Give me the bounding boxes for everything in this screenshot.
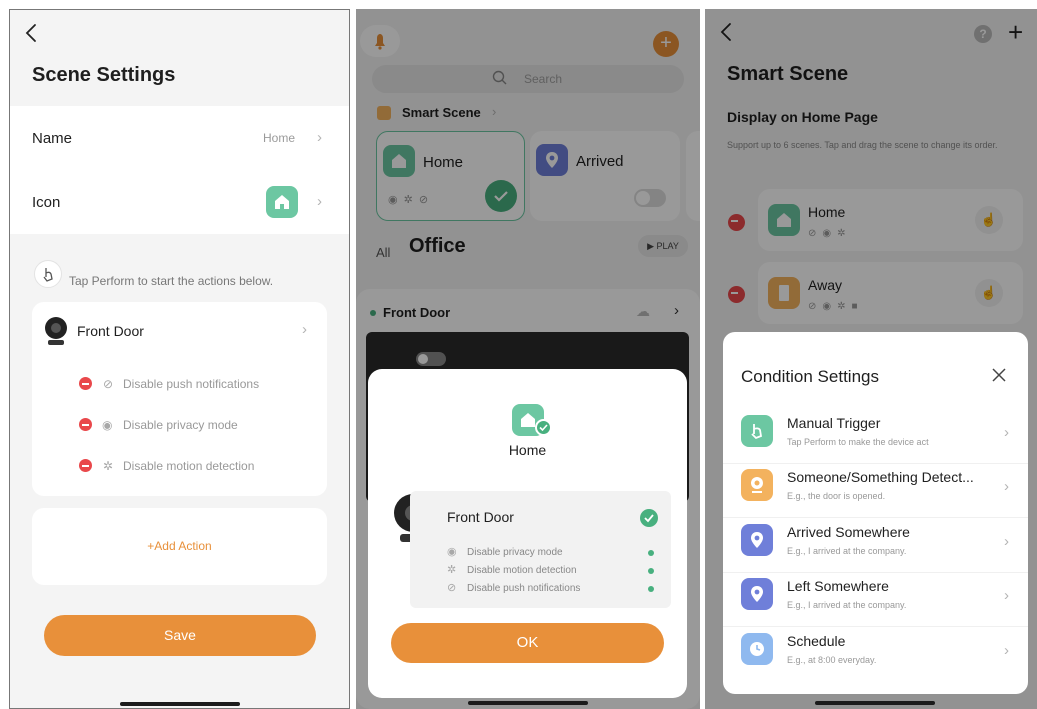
name-row[interactable]: Name Home › bbox=[10, 106, 349, 170]
action-label: Disable privacy mode bbox=[123, 418, 238, 432]
add-action-button[interactable]: +Add Action bbox=[32, 508, 327, 585]
icon-row[interactable]: Icon › bbox=[10, 170, 349, 234]
remove-action-button[interactable] bbox=[79, 377, 92, 390]
modal-action-label: Disable motion detection bbox=[467, 565, 577, 576]
sheet-title: Condition Settings bbox=[741, 367, 879, 386]
condition-manual-trigger[interactable]: Manual Trigger Tap Perform to make the d… bbox=[723, 410, 1028, 464]
chevron-right-icon: › bbox=[1004, 533, 1009, 550]
clock-icon bbox=[741, 633, 773, 665]
save-button[interactable]: Save bbox=[44, 615, 316, 656]
page-title: Scene Settings bbox=[32, 64, 176, 86]
condition-desc: E.g., the door is opened. bbox=[787, 491, 886, 501]
home-indicator bbox=[120, 702, 240, 706]
eye-icon: ◉ bbox=[102, 418, 113, 432]
chevron-right-icon: › bbox=[1004, 424, 1009, 441]
condition-desc: E.g., I arrived at the company. bbox=[787, 546, 907, 556]
action-item: ◉ Disable privacy mode bbox=[32, 417, 327, 437]
action-item: ⊘ Disable push notifications bbox=[32, 376, 327, 396]
modal-scene-name: Home bbox=[508, 442, 547, 458]
status-dot bbox=[648, 550, 654, 556]
home-scene-icon bbox=[266, 186, 298, 218]
check-badge-icon bbox=[535, 419, 552, 436]
remove-action-button[interactable] bbox=[79, 418, 92, 431]
chevron-right-icon: › bbox=[317, 129, 322, 146]
location-pin-icon bbox=[741, 524, 773, 556]
condition-desc: E.g., at 8:00 everyday. bbox=[787, 655, 877, 665]
motion-off-icon: ✲ bbox=[447, 564, 457, 576]
close-icon[interactable] bbox=[991, 367, 1007, 383]
eye-icon: ◉ bbox=[447, 546, 457, 558]
device-name: Front Door bbox=[77, 323, 144, 339]
modal-action-label: Disable privacy mode bbox=[467, 547, 563, 558]
remove-action-button[interactable] bbox=[79, 459, 92, 472]
chevron-right-icon: › bbox=[1004, 642, 1009, 659]
modal-action-label: Disable push notifications bbox=[467, 583, 581, 594]
condition-title: Schedule bbox=[787, 633, 846, 649]
hand-tap-icon bbox=[741, 415, 773, 447]
condition-detection[interactable]: Someone/Something Detect... E.g., the do… bbox=[723, 464, 1028, 518]
modal-device-name: Front Door bbox=[447, 509, 514, 525]
icon-label: Icon bbox=[32, 194, 61, 211]
condition-schedule[interactable]: Schedule E.g., at 8:00 everyday. › bbox=[723, 628, 1028, 682]
motion-off-icon: ✲ bbox=[103, 459, 114, 473]
modal-device-box: Front Door ◉ Disable privacy mode ✲ Disa… bbox=[410, 491, 671, 608]
scene-run-modal: Home Front Door ◉ Disable privacy mode ✲… bbox=[368, 369, 687, 698]
scene-properties-card: Name Home › Icon › bbox=[10, 106, 349, 234]
condition-left[interactable]: Left Somewhere E.g., I arrived at the co… bbox=[723, 573, 1028, 627]
sensor-icon bbox=[741, 469, 773, 501]
notification-off-icon: ⊘ bbox=[103, 377, 114, 391]
chevron-right-icon: › bbox=[1004, 587, 1009, 604]
device-actions-card: Front Door › ⊘ Disable push notification… bbox=[32, 302, 327, 496]
status-dot bbox=[648, 568, 654, 574]
condition-desc: Tap Perform to make the device act bbox=[787, 437, 929, 447]
home-indicator bbox=[815, 701, 935, 705]
condition-desc: E.g., I arrived at the company. bbox=[787, 600, 907, 610]
hand-tap-icon bbox=[34, 260, 62, 288]
checkmark-icon bbox=[640, 509, 658, 527]
location-pin-icon bbox=[741, 578, 773, 610]
condition-title: Someone/Something Detect... bbox=[787, 469, 974, 485]
name-label: Name bbox=[32, 130, 73, 147]
action-item: ✲ Disable motion detection bbox=[32, 458, 327, 478]
camera-icon bbox=[44, 316, 68, 346]
back-icon[interactable] bbox=[22, 22, 42, 44]
condition-title: Left Somewhere bbox=[787, 578, 889, 594]
condition-title: Manual Trigger bbox=[787, 415, 881, 431]
status-dot bbox=[648, 586, 654, 592]
ok-button[interactable]: OK bbox=[391, 623, 664, 663]
action-label: Disable motion detection bbox=[123, 459, 255, 473]
name-value: Home bbox=[263, 131, 296, 145]
condition-arrived[interactable]: Arrived Somewhere E.g., I arrived at the… bbox=[723, 519, 1028, 573]
notification-off-icon: ⊘ bbox=[447, 582, 457, 594]
device-row[interactable]: Front Door › bbox=[32, 302, 327, 358]
smart-scene-screen: ? + Smart Scene Display on Home Page Sup… bbox=[705, 9, 1037, 709]
home-screen: + Search Smart Scene › Home ◉✲⊘ Arrived … bbox=[356, 9, 700, 709]
perform-hint: Tap Perform to start the actions below. bbox=[69, 274, 274, 288]
condition-title: Arrived Somewhere bbox=[787, 524, 910, 540]
add-action-label: +Add Action bbox=[147, 539, 212, 553]
condition-settings-sheet: Condition Settings Manual Trigger Tap Pe… bbox=[723, 332, 1028, 694]
chevron-right-icon: › bbox=[302, 321, 307, 338]
action-label: Disable push notifications bbox=[123, 377, 260, 391]
scene-settings-screen: Scene Settings Name Home › Icon › Tap Pe… bbox=[9, 9, 350, 709]
home-indicator bbox=[468, 701, 588, 705]
chevron-right-icon: › bbox=[317, 193, 322, 210]
chevron-right-icon: › bbox=[1004, 478, 1009, 495]
